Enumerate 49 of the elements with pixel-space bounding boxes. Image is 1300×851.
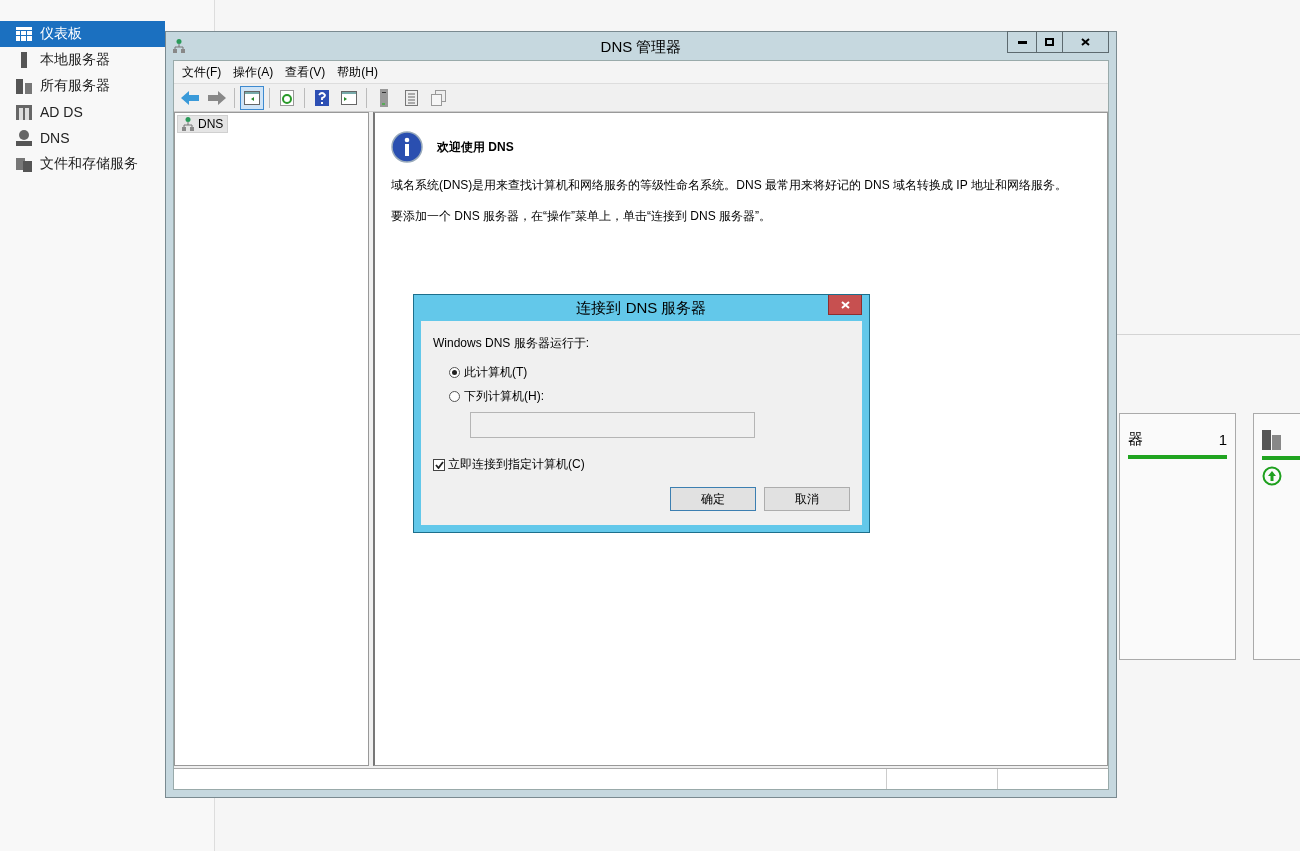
- menu-item[interactable]: 帮助(H): [333, 63, 386, 81]
- servers-icon: [1262, 430, 1281, 450]
- prompt-label: Windows DNS 服务器运行于:: [433, 335, 591, 352]
- radio-icon[interactable]: [449, 390, 460, 402]
- tile-title: 器: [1128, 430, 1143, 449]
- sidebar-item[interactable]: DNS: [0, 125, 165, 151]
- tile-count: 1: [1218, 431, 1227, 448]
- menu-item[interactable]: 文件(F): [178, 63, 230, 81]
- close-button[interactable]: [828, 295, 862, 315]
- radio-option[interactable]: 此计算机(T): [449, 360, 850, 384]
- description-text: 域名系统(DNS)是用来查找计算机和网络服务的等级性命名系统。DNS 最常用来将好记的 DNS 域名转换成 IP 地址和网络服务。: [391, 177, 1068, 194]
- close-icon: [840, 300, 850, 309]
- panel-icon: [341, 90, 357, 105]
- radio-icon[interactable]: [449, 366, 460, 378]
- window-title: DNS 管理器: [599, 38, 683, 57]
- help-icon: [315, 89, 329, 106]
- building-icon: [16, 104, 32, 120]
- forward-arrow-icon: [208, 90, 226, 105]
- sidebar-item[interactable]: 本地服务器: [0, 47, 165, 73]
- maximize-icon: [1045, 38, 1054, 46]
- folders-icon: [16, 156, 32, 172]
- minimize-icon: [1017, 40, 1027, 44]
- copy-icon: [430, 89, 446, 106]
- sidebar-item[interactable]: 仪表板: [0, 21, 165, 47]
- dashboard-icon: [16, 27, 32, 41]
- check-icon: [434, 460, 444, 469]
- close-icon: [1081, 38, 1090, 46]
- back-arrow-icon: [181, 90, 199, 105]
- dialog-button[interactable]: 取消: [764, 487, 850, 511]
- tree-item[interactable]: DNS: [177, 115, 229, 133]
- radio-option[interactable]: 下列计算机(H):: [449, 384, 850, 408]
- description-text: 要添加一个 DNS 服务器，在“操作”菜单上，单击“连接到 DNS 服务器”。: [391, 208, 772, 225]
- list-icon: [404, 89, 418, 106]
- sidebar-item[interactable]: 所有服务器: [0, 73, 165, 99]
- servers-icon: [16, 78, 32, 94]
- sidebar-item[interactable]: 文件和存储服务: [0, 151, 165, 177]
- checkbox-option[interactable]: 立即连接到指定计算机(C): [433, 456, 850, 473]
- panel-icon: [244, 90, 260, 105]
- info-icon: [391, 131, 423, 163]
- welcome-heading: 欢迎使用 DNS: [437, 138, 514, 156]
- toolbar-button[interactable]: [240, 85, 264, 110]
- dialog-button[interactable]: 确定: [670, 487, 756, 511]
- refresh-icon: [280, 89, 294, 106]
- checkbox[interactable]: [433, 458, 445, 471]
- menu-item[interactable]: 操作(A): [229, 63, 282, 81]
- server-icon: [380, 88, 388, 107]
- dialog-title: 连接到 DNS 服务器: [576, 298, 707, 318]
- menu-item[interactable]: 查看(V): [281, 63, 334, 81]
- sidebar-item[interactable]: AD DS: [0, 99, 165, 125]
